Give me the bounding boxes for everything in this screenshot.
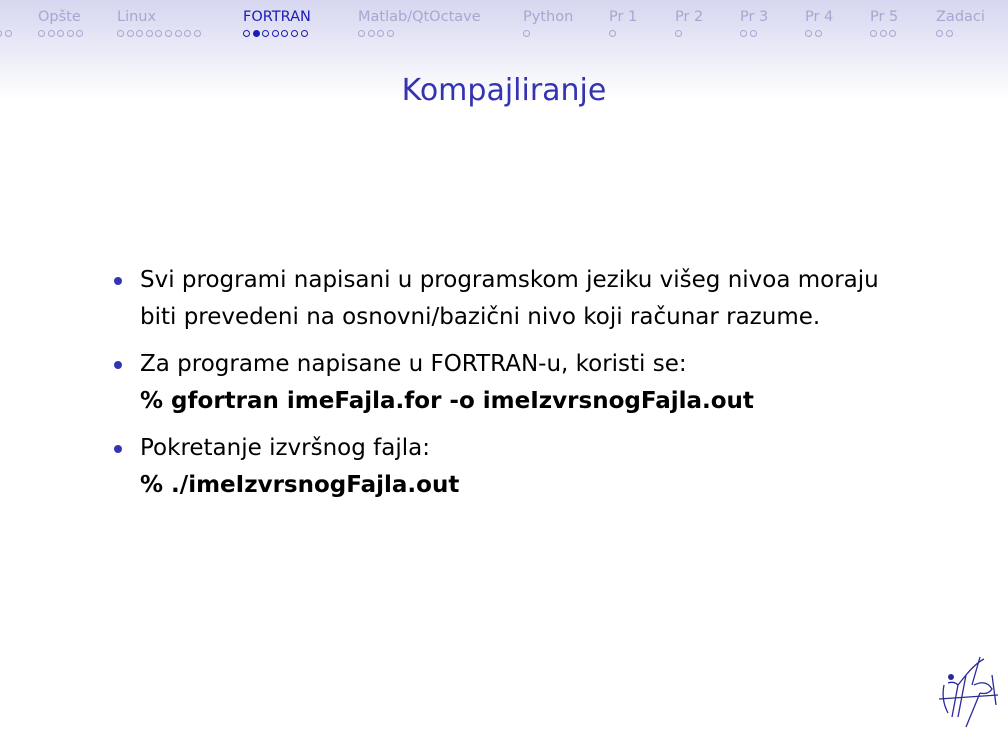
nav-frame-dot[interactable] (749, 30, 757, 37)
nav-frame-dot[interactable] (870, 30, 877, 37)
nav-section-pr2[interactable]: Pr 2 (675, 9, 703, 25)
nav-frame-dot[interactable] (164, 30, 172, 37)
nav-frame-dot[interactable] (358, 30, 365, 37)
bullet-text: Za programe napisane u FORTRAN-u, korist… (140, 351, 687, 377)
nav-frame-dot[interactable] (367, 30, 375, 37)
nav-dots-leading[interactable] (0, 30, 12, 37)
nav-frame-dot[interactable] (76, 30, 84, 37)
nav-dots-fortran[interactable] (243, 30, 308, 37)
nav-dots-python[interactable] (523, 30, 530, 37)
nav-frame-dot[interactable] (675, 30, 682, 37)
bullet-icon (114, 361, 122, 369)
nav-frame-dot[interactable] (136, 30, 144, 37)
nav-frame-dot[interactable] (523, 30, 530, 37)
nav-frame-dot[interactable] (47, 30, 55, 37)
nav-frame-dot[interactable] (386, 30, 394, 37)
bullet-text: Pokretanje izvršnog fajla: (140, 435, 430, 461)
nav-frame-dot[interactable] (4, 30, 12, 37)
nav-frame-dot[interactable] (145, 30, 153, 37)
nav-section-fortran[interactable]: FORTRAN (243, 9, 311, 25)
bullet-list: Svi programi napisani u programskom jezi… (112, 262, 892, 514)
nav-section-pr3[interactable]: Pr 3 (740, 9, 768, 25)
nav-dots-linux[interactable] (117, 30, 201, 37)
bullet-item: Svi programi napisani u programskom jezi… (112, 262, 892, 335)
nav-frame-dot[interactable] (945, 30, 953, 37)
nav-section-pr5[interactable]: Pr 5 (870, 9, 898, 25)
command-text: % gfortran imeFajla.for -o imeIzvrsnogFa… (140, 387, 754, 414)
nav-section-python[interactable]: Python (523, 9, 573, 25)
nav-frame-dot[interactable] (184, 30, 192, 37)
nav-frame-dot[interactable] (66, 30, 74, 37)
nav-frame-dot[interactable] (117, 30, 124, 37)
nav-frame-dot[interactable] (155, 30, 163, 37)
nav-frame-dot[interactable] (193, 30, 201, 37)
university-logo-icon (938, 656, 999, 728)
nav-frame-dot[interactable] (609, 30, 616, 37)
nav-dots-pr2[interactable] (675, 30, 682, 37)
nav-dots-pr3[interactable] (740, 30, 757, 37)
bullet-icon (114, 277, 122, 285)
nav-frame-dot[interactable] (243, 30, 250, 37)
nav-section-matlab[interactable]: Matlab/QtOctave (358, 9, 481, 25)
nav-section-pr1[interactable]: Pr 1 (609, 9, 637, 25)
nav-frame-dot[interactable] (805, 30, 812, 37)
nav-frame-dot[interactable] (740, 30, 747, 37)
nav-section-zadaci[interactable]: Zadaci (936, 9, 985, 25)
nav-section-opste[interactable]: Opšte (38, 9, 81, 25)
nav-frame-dot[interactable] (174, 30, 182, 37)
nav-frame-dot[interactable] (377, 30, 385, 37)
nav-dots-opste[interactable] (38, 30, 84, 37)
nav-dots-pr4[interactable] (805, 30, 822, 37)
command-text: % ./imeIzvrsnogFajla.out (140, 471, 460, 498)
nav-frame-dot[interactable] (281, 30, 289, 37)
nav-frame-dot[interactable] (879, 30, 887, 37)
nav-frame-dot[interactable] (126, 30, 134, 37)
nav-frame-dot[interactable] (57, 30, 65, 37)
bullet-text: Svi programi napisani u programskom jezi… (140, 267, 879, 330)
bullet-item: Pokretanje izvršnog fajla: % ./imeIzvrsn… (112, 430, 892, 503)
nav-frame-dot[interactable] (300, 30, 308, 37)
bullet-icon (114, 445, 122, 453)
bullet-item: Za programe napisane u FORTRAN-u, korist… (112, 346, 892, 419)
nav-dots-zadaci[interactable] (936, 30, 953, 37)
nav-frame-dot[interactable] (252, 30, 260, 37)
nav-frame-dot[interactable] (271, 30, 279, 37)
nav-frame-dot[interactable] (889, 30, 897, 37)
nav-frame-dot[interactable] (936, 30, 943, 37)
nav-frame-dot[interactable] (290, 30, 298, 37)
nav-dots-pr5[interactable] (870, 30, 897, 37)
nav-frame-dot[interactable] (0, 30, 2, 37)
nav-section-linux[interactable]: Linux (117, 9, 156, 25)
nav-frame-dot[interactable] (262, 30, 270, 37)
nav-frame-dot[interactable] (38, 30, 45, 37)
nav-dots-pr1[interactable] (609, 30, 616, 37)
nav-frame-dot[interactable] (814, 30, 822, 37)
nav-section-pr4[interactable]: Pr 4 (805, 9, 833, 25)
nav-dots-matlab[interactable] (358, 30, 394, 37)
slide-title: Kompajliranje (401, 73, 607, 108)
